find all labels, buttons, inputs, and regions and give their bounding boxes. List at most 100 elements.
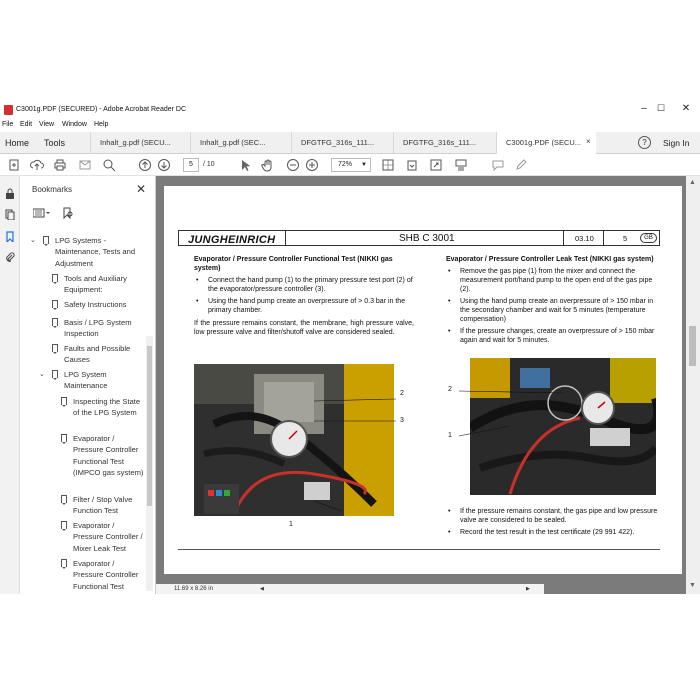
bookmark-item[interactable]: Basis / LPG System Inspection bbox=[52, 317, 144, 340]
close-window-button[interactable]: ✕ bbox=[676, 103, 696, 114]
scroll-up-icon[interactable]: ▲ bbox=[689, 179, 696, 186]
close-icon[interactable]: ✕ bbox=[136, 182, 146, 196]
menu-edit[interactable]: Edit bbox=[20, 121, 32, 128]
acrobat-pdf-icon bbox=[4, 105, 13, 115]
callout-lines-right bbox=[458, 390, 565, 437]
instruction-bullet: Record the test result in the test certi… bbox=[446, 528, 662, 537]
right-results: If the pressure remains constant, the ga… bbox=[446, 504, 662, 537]
chevron-down-icon[interactable]: ⌄ bbox=[39, 369, 45, 380]
zoom-in-icon[interactable] bbox=[305, 158, 319, 172]
email-icon[interactable] bbox=[78, 158, 92, 172]
document-date: 03.10 bbox=[575, 234, 594, 243]
callout-label: 2 bbox=[400, 390, 404, 397]
bookmark-label: Basis / LPG System Inspection bbox=[64, 318, 132, 339]
scroll-left-icon[interactable]: ◀ bbox=[260, 586, 264, 592]
bookmark-icon bbox=[43, 236, 49, 246]
maximize-button[interactable]: ☐ bbox=[651, 103, 671, 114]
pen-icon[interactable] bbox=[514, 158, 528, 172]
bookmark-item[interactable]: Tools and Auxiliary Equipment: bbox=[52, 273, 144, 296]
bookmarks-panel: Bookmarks ✕ ⌄ LPG Systems - Maintenance,… bbox=[20, 176, 156, 594]
help-icon[interactable]: ? bbox=[638, 136, 651, 149]
bookmark-icon bbox=[61, 434, 67, 444]
bookmark-label: LPG System Maintenance bbox=[64, 370, 108, 391]
close-tab-icon[interactable]: × bbox=[586, 137, 591, 146]
result-paragraph: If the pressure remains constant, the me… bbox=[194, 320, 414, 336]
instruction-bullet: Using the hand pump create an overpressu… bbox=[194, 297, 414, 315]
bookmark-panel-icon[interactable] bbox=[5, 231, 15, 242]
rotate-page-icon[interactable] bbox=[405, 158, 419, 172]
bookmark-item[interactable]: Evaporator / Pressure Controller / Mixer… bbox=[61, 520, 145, 554]
instruction-bullet: If the pressure changes, create an overp… bbox=[446, 327, 662, 345]
tab-bar: Home Tools Inhalt_g.pdf (SECU... Inhalt_… bbox=[0, 132, 700, 154]
tab-tools[interactable]: Tools bbox=[44, 138, 65, 148]
full-screen-icon[interactable] bbox=[429, 158, 443, 172]
scroll-right-icon[interactable]: ▶ bbox=[526, 586, 530, 592]
page-thumbnails-icon[interactable] bbox=[5, 209, 15, 220]
jungheinrich-logo: JUNGHEINRICH bbox=[188, 234, 276, 246]
upload-cloud-icon[interactable] bbox=[30, 158, 44, 172]
tab-home[interactable]: Home bbox=[5, 138, 29, 148]
page-total: / 10 bbox=[203, 161, 215, 168]
bookmark-item[interactable]: Inspecting the State of the LPG System bbox=[61, 396, 145, 419]
scrollbar-thumb[interactable] bbox=[147, 346, 152, 506]
callout-lines bbox=[314, 398, 397, 512]
left-section: Evaporator / Pressure Controller Functio… bbox=[194, 255, 414, 337]
page-header: JUNGHEINRICH SHB C 3001 03.10 5 GB bbox=[178, 230, 660, 246]
menu-window[interactable]: Window bbox=[62, 121, 87, 128]
bookmark-item[interactable]: Filter / Stop Valve Function Test bbox=[61, 494, 145, 517]
scroll-mode-icon[interactable] bbox=[454, 158, 468, 172]
lock-icon[interactable] bbox=[5, 188, 15, 199]
document-tab[interactable]: Inhalt_g.pdf (SEC... bbox=[190, 132, 290, 154]
bookmark-item[interactable]: ⌄ LPG System Maintenance bbox=[39, 369, 134, 392]
select-cursor-icon[interactable] bbox=[238, 158, 252, 172]
document-tab[interactable]: Inhalt_g.pdf (SECU... bbox=[90, 132, 190, 154]
document-tab-active[interactable]: C3001g.PDF (SECU... bbox=[496, 132, 596, 154]
zoom-select[interactable]: 72% ▼ bbox=[331, 158, 371, 172]
previous-page-icon[interactable] bbox=[138, 158, 152, 172]
bookmark-label: Filter / Stop Valve Function Test bbox=[73, 495, 133, 516]
hand-tool-icon[interactable] bbox=[261, 158, 275, 172]
bookmark-icon bbox=[61, 521, 67, 531]
options-menu-icon[interactable] bbox=[33, 208, 51, 218]
scroll-down-icon[interactable]: ▼ bbox=[689, 582, 696, 589]
bookmark-item[interactable]: Safety Instructions bbox=[52, 299, 144, 310]
scrollbar-thumb[interactable] bbox=[689, 326, 696, 366]
search-icon[interactable] bbox=[102, 158, 116, 172]
find-bookmark-icon[interactable] bbox=[62, 207, 74, 219]
sign-in-button[interactable]: Sign In bbox=[663, 138, 689, 148]
bookmark-item[interactable]: Evaporator / Pressure Controller Functio… bbox=[61, 433, 145, 478]
bookmark-icon bbox=[52, 274, 58, 284]
bookmark-label: Safety Instructions bbox=[64, 300, 127, 309]
document-tab[interactable]: DFGTFG_316s_111... bbox=[291, 132, 391, 154]
instruction-bullet: Connect the hand pump (1) to the primary… bbox=[194, 276, 414, 294]
comment-icon[interactable] bbox=[491, 158, 505, 172]
bookmark-label: Faults and Possible Causes bbox=[64, 344, 131, 365]
print-icon[interactable] bbox=[53, 158, 67, 172]
bookmark-item[interactable]: Evaporator / Pressure Controller Functio… bbox=[61, 558, 145, 592]
bookmarks-scrollbar[interactable] bbox=[146, 336, 153, 591]
menu-help[interactable]: Help bbox=[94, 121, 108, 128]
create-pdf-icon[interactable] bbox=[7, 158, 21, 172]
document-page-number: 5 bbox=[623, 234, 628, 243]
window-title: C3001g.PDF (SECURED) - Adobe Acrobat Rea… bbox=[16, 106, 187, 113]
title-bar: C3001g.PDF (SECURED) - Adobe Acrobat Rea… bbox=[0, 100, 700, 120]
fit-page-icon[interactable] bbox=[381, 158, 395, 172]
document-reference: SHB C 3001 bbox=[399, 233, 455, 244]
document-tab[interactable]: DFGTFG_316s_111... bbox=[393, 132, 493, 154]
next-page-icon[interactable] bbox=[157, 158, 171, 172]
bookmark-item[interactable]: ⌄ LPG Systems - Maintenance, Tests and A… bbox=[30, 235, 143, 269]
chevron-down-icon[interactable]: ⌄ bbox=[30, 235, 36, 246]
attachment-icon[interactable] bbox=[5, 252, 15, 263]
menu-view[interactable]: View bbox=[39, 121, 54, 128]
bookmark-label: Evaporator / Pressure Controller / Mixer… bbox=[73, 521, 143, 553]
zoom-out-icon[interactable] bbox=[286, 158, 300, 172]
bookmark-item[interactable]: Faults and Possible Causes bbox=[52, 343, 144, 366]
document-scrollbar[interactable]: ▲ ▼ bbox=[686, 176, 700, 594]
instruction-bullet: Using the hand pump create an overpressu… bbox=[446, 297, 662, 324]
bookmark-label: LPG Systems - Maintenance, Tests and Adj… bbox=[55, 236, 136, 268]
bookmarks-title: Bookmarks bbox=[32, 185, 73, 194]
language-badge: GB bbox=[640, 233, 657, 243]
page-number-input[interactable]: 5 bbox=[183, 158, 199, 172]
callout-label: 3 bbox=[400, 417, 404, 424]
menu-file[interactable]: File bbox=[2, 121, 13, 128]
